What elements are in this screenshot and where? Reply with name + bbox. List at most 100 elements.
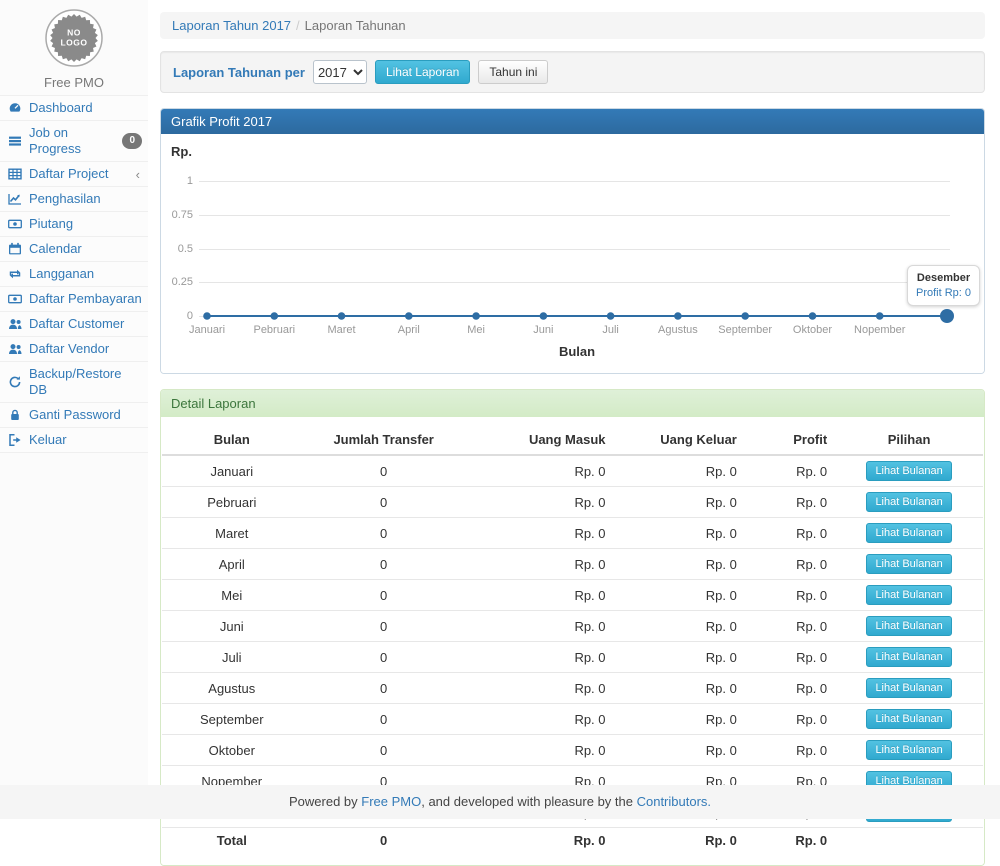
table-row: Juli0Rp. 0Rp. 0Rp. 0Lihat Bulanan: [162, 642, 983, 673]
x-tick-label: Mei: [467, 324, 485, 336]
cell-jumlah-transfer: 0: [302, 735, 466, 766]
svg-text:NO: NO: [67, 28, 81, 38]
footer-text: Powered by: [289, 794, 361, 809]
sidebar-item-daftar-customer[interactable]: Daftar Customer: [0, 312, 148, 337]
total-jumlah-transfer: 0: [302, 828, 466, 854]
page-footer: Powered by Free PMO, and developed with …: [0, 785, 1000, 819]
breadcrumb: Laporan Tahun 2017/Laporan Tahunan: [160, 12, 985, 39]
view-monthly-button[interactable]: Lihat Bulanan: [866, 461, 951, 481]
sidebar-item-job-on-progress[interactable]: Job on Progress0: [0, 121, 148, 162]
cell-profit: Rp. 0: [745, 611, 835, 642]
cell-jumlah-transfer: 0: [302, 611, 466, 642]
total-empty: [835, 828, 983, 854]
x-tick-label: Juni: [533, 324, 553, 336]
cell-profit: Rp. 0: [745, 455, 835, 487]
cell-pilihan: Lihat Bulanan: [835, 549, 983, 580]
cell-uang-keluar: Rp. 0: [614, 673, 745, 704]
cell-bulan: Agustus: [162, 673, 302, 704]
footer-link-contributors[interactable]: Contributors.: [637, 794, 711, 809]
data-point[interactable]: [809, 312, 817, 320]
cell-profit: Rp. 0: [745, 673, 835, 704]
sidebar-item-backup-restore-db[interactable]: Backup/Restore DB: [0, 362, 148, 403]
cell-uang-masuk: Rp. 0: [466, 549, 614, 580]
sidebar-item-ganti-password[interactable]: Ganti Password: [0, 403, 148, 428]
sidebar-item-keluar[interactable]: Keluar: [0, 428, 148, 453]
sidebar-item-langganan[interactable]: Langganan: [0, 262, 148, 287]
cell-uang-masuk: Rp. 0: [466, 704, 614, 735]
view-monthly-button[interactable]: Lihat Bulanan: [866, 616, 951, 636]
sidebar-item-daftar-pembayaran[interactable]: Daftar Pembayaran: [0, 287, 148, 312]
brand-name: Free PMO: [0, 75, 148, 90]
this-year-button[interactable]: Tahun ini: [478, 60, 548, 84]
view-monthly-button[interactable]: Lihat Bulanan: [866, 523, 951, 543]
sidebar-item-daftar-project[interactable]: Daftar Project‹: [0, 162, 148, 187]
breadcrumb-separator: /: [296, 18, 300, 33]
cell-uang-keluar: Rp. 0: [614, 487, 745, 518]
breadcrumb-link-laporan-tahun[interactable]: Laporan Tahun 2017: [172, 18, 291, 33]
sidebar-item-dashboard[interactable]: Dashboard: [0, 96, 148, 121]
report-filter-bar: Laporan Tahunan per 2017 Lihat Laporan T…: [160, 51, 985, 93]
footer-link-free-pmo[interactable]: Free PMO: [361, 794, 421, 809]
cell-bulan: Mei: [162, 580, 302, 611]
data-point[interactable]: [405, 312, 413, 320]
money-icon: [8, 217, 23, 231]
cell-profit: Rp. 0: [745, 518, 835, 549]
view-monthly-button[interactable]: Lihat Bulanan: [866, 492, 951, 512]
refresh-icon: [8, 375, 23, 389]
no-logo-image: NO LOGO: [44, 8, 104, 68]
sidebar-item-piutang[interactable]: Piutang: [0, 212, 148, 237]
cell-uang-masuk: Rp. 0: [466, 735, 614, 766]
sidebar-item-penghasilan[interactable]: Penghasilan: [0, 187, 148, 212]
sidebar-item-label: Langganan: [29, 266, 142, 282]
view-monthly-button[interactable]: Lihat Bulanan: [866, 554, 951, 574]
sidebar-item-label: Backup/Restore DB: [29, 366, 142, 398]
svg-text:LOGO: LOGO: [60, 38, 87, 48]
data-point[interactable]: [940, 309, 954, 323]
cell-profit: Rp. 0: [745, 580, 835, 611]
data-point[interactable]: [674, 312, 682, 320]
view-monthly-button[interactable]: Lihat Bulanan: [866, 647, 951, 667]
x-tick-label: Nopember: [854, 324, 905, 336]
table-row: September0Rp. 0Rp. 0Rp. 0Lihat Bulanan: [162, 704, 983, 735]
data-point[interactable]: [876, 312, 884, 320]
view-monthly-button[interactable]: Lihat Bulanan: [866, 740, 951, 760]
cell-bulan: Juni: [162, 611, 302, 642]
data-point[interactable]: [472, 312, 480, 320]
cell-uang-keluar: Rp. 0: [614, 518, 745, 549]
table-row: Januari0Rp. 0Rp. 0Rp. 0Lihat Bulanan: [162, 455, 983, 487]
cell-pilihan: Lihat Bulanan: [835, 704, 983, 735]
table-row: Oktober0Rp. 0Rp. 0Rp. 0Lihat Bulanan: [162, 735, 983, 766]
view-monthly-button[interactable]: Lihat Bulanan: [866, 709, 951, 729]
view-monthly-button[interactable]: Lihat Bulanan: [866, 678, 951, 698]
line-chart-icon: [8, 192, 23, 206]
data-point[interactable]: [338, 312, 346, 320]
sidebar-item-label: Daftar Project: [29, 166, 130, 182]
sidebar-item-label: Daftar Pembayaran: [29, 291, 142, 307]
profit-line-series: [161, 134, 984, 373]
cell-bulan: September: [162, 704, 302, 735]
total-uang-keluar: Rp. 0: [614, 828, 745, 854]
sidebar-menu: Dashboard Job on Progress0Daftar Project‹…: [0, 95, 148, 453]
x-tick-label: Oktober: [793, 324, 832, 336]
sidebar-item-calendar[interactable]: Calendar: [0, 237, 148, 262]
table-total-row: Total0Rp. 0Rp. 0Rp. 0: [162, 828, 983, 854]
cell-pilihan: Lihat Bulanan: [835, 518, 983, 549]
data-point[interactable]: [607, 312, 615, 320]
sidebar-item-label: Dashboard: [29, 100, 142, 116]
data-point[interactable]: [203, 312, 211, 320]
year-select[interactable]: 2017: [313, 60, 367, 84]
data-point[interactable]: [540, 312, 548, 320]
x-tick-label: April: [398, 324, 420, 336]
cell-pilihan: Lihat Bulanan: [835, 611, 983, 642]
cell-uang-keluar: Rp. 0: [614, 611, 745, 642]
sidebar-item-daftar-vendor[interactable]: Daftar Vendor: [0, 337, 148, 362]
retweet-icon: [8, 267, 23, 281]
data-point[interactable]: [741, 312, 749, 320]
x-tick-label: Januari: [189, 324, 225, 336]
data-point[interactable]: [271, 312, 279, 320]
total-uang-masuk: Rp. 0: [466, 828, 614, 854]
view-monthly-button[interactable]: Lihat Bulanan: [866, 585, 951, 605]
main-content: Laporan Tahun 2017/Laporan Tahunan Lapor…: [148, 0, 1000, 785]
view-report-button[interactable]: Lihat Laporan: [375, 60, 470, 84]
column-header-bulan: Bulan: [162, 425, 302, 455]
